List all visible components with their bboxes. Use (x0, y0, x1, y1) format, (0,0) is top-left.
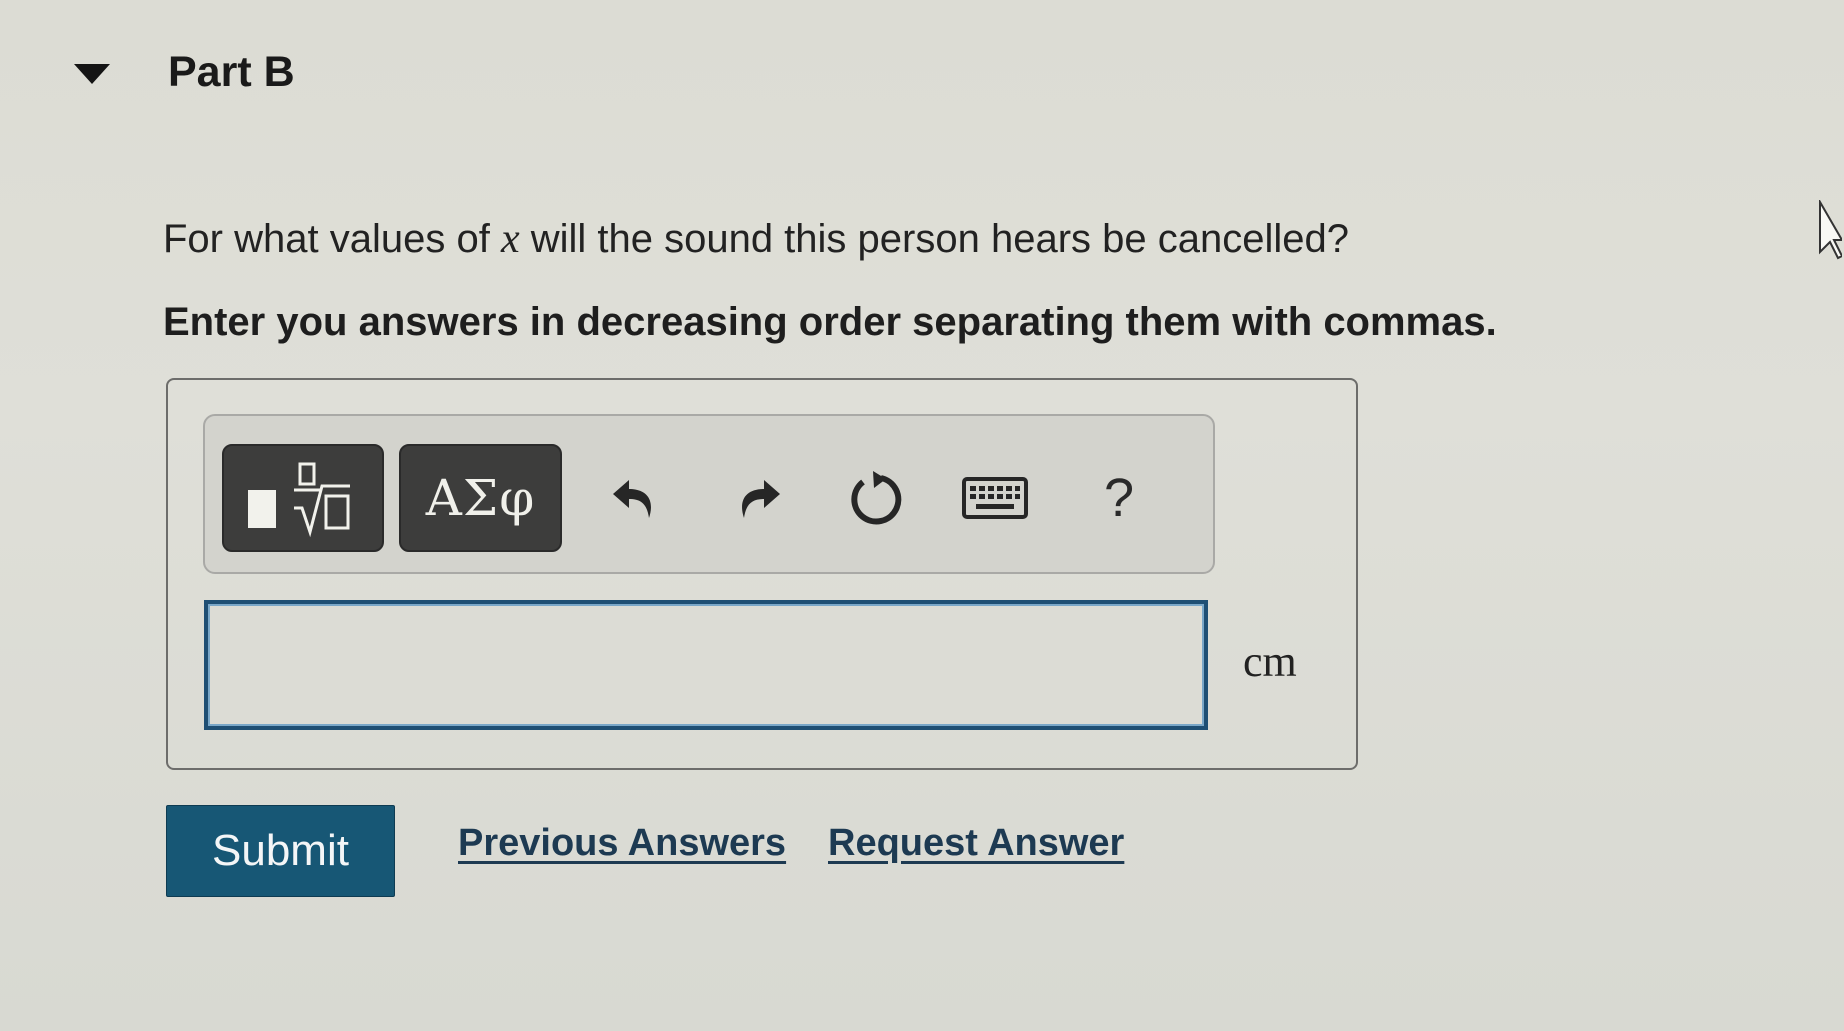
greek-symbols-button[interactable]: ΑΣφ (399, 444, 562, 552)
mouse-pointer-icon (1819, 200, 1842, 260)
keyboard-button[interactable] (955, 458, 1035, 538)
undo-arrow-icon (613, 480, 651, 518)
keyboard-icon (962, 477, 1028, 519)
caret-down-icon[interactable] (74, 64, 110, 84)
question-variable: x (500, 216, 520, 262)
answer-input[interactable] (204, 600, 1208, 730)
templates-button[interactable] (222, 444, 384, 552)
submit-button[interactable]: Submit (166, 805, 395, 897)
reset-button[interactable] (836, 458, 916, 538)
question-suffix: will the sound this person hears be canc… (519, 217, 1349, 261)
request-answer-link[interactable]: Request Answer (828, 822, 1124, 865)
instruction-text: Enter you answers in decreasing order se… (163, 300, 1497, 344)
undo-button[interactable] (595, 458, 675, 538)
reset-circle-arrow-icon (851, 471, 902, 525)
redo-arrow-icon (742, 480, 780, 518)
redo-button[interactable] (718, 458, 798, 538)
help-button[interactable]: ? (1079, 458, 1159, 538)
question-prefix: For what values of (163, 217, 501, 261)
question-text: For what values of x will the sound this… (163, 215, 1349, 263)
unit-label: cm (1243, 637, 1297, 686)
previous-answers-link[interactable]: Previous Answers (458, 822, 786, 865)
part-title: Part B (168, 48, 295, 96)
fraction-sqrt-template-icon (248, 462, 350, 538)
